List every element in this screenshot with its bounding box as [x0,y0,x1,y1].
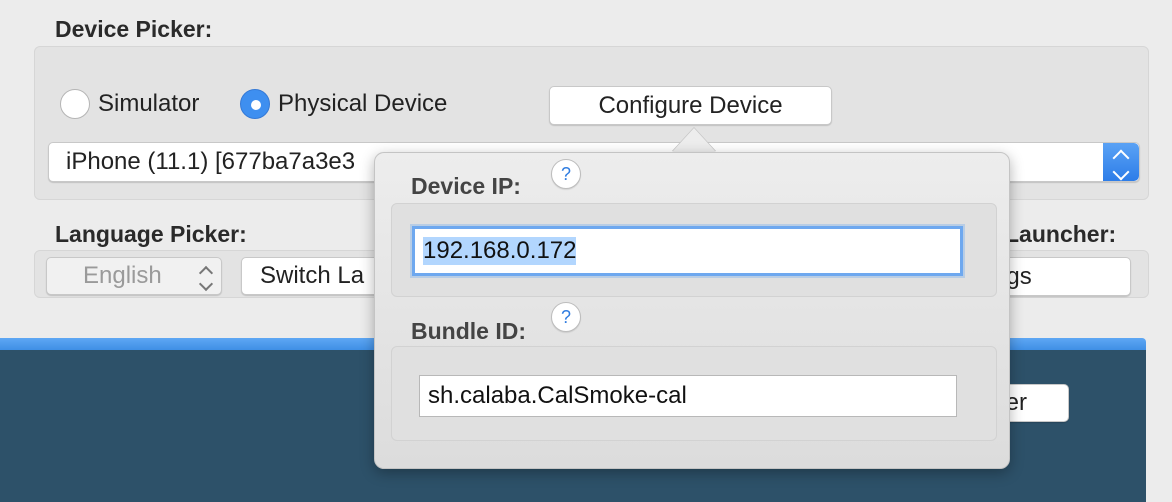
device-ip-value: 192.168.0.172 [423,237,577,265]
physical-device-radio[interactable]: Physical Device [240,89,447,119]
bundle-id-value: sh.calaba.CalSmoke-cal [428,382,687,409]
device-ip-label: Device IP: [411,173,521,199]
bundle-id-input[interactable]: sh.calaba.CalSmoke-cal [419,375,957,417]
language-picker-title: Language Picker: [55,221,247,247]
simulator-radio[interactable]: Simulator [60,89,199,119]
popover-arrow [672,128,716,152]
device-ip-input[interactable]: 192.168.0.172 [412,226,963,276]
simulator-radio-label: Simulator [98,90,200,117]
launcher-title: Launcher: [1005,221,1117,247]
bundle-id-label: Bundle ID: [411,318,526,344]
physical-device-radio-dot[interactable] [240,89,270,119]
physical-device-radio-label: Physical Device [278,90,448,117]
language-select-value: English [83,262,162,289]
device-select-stepper-icon[interactable] [1103,143,1139,181]
device-picker-title: Device Picker: [55,16,213,42]
language-select[interactable]: English [46,257,222,295]
device-select-value: iPhone (11.1) [677ba7a3e3 [66,148,356,175]
bundle-id-help-icon[interactable]: ? [551,302,581,332]
device-ip-help-icon[interactable]: ? [551,159,581,189]
language-select-chevrons-icon [198,264,214,292]
simulator-radio-dot[interactable] [60,89,90,119]
configure-device-button[interactable]: Configure Device [549,86,832,125]
